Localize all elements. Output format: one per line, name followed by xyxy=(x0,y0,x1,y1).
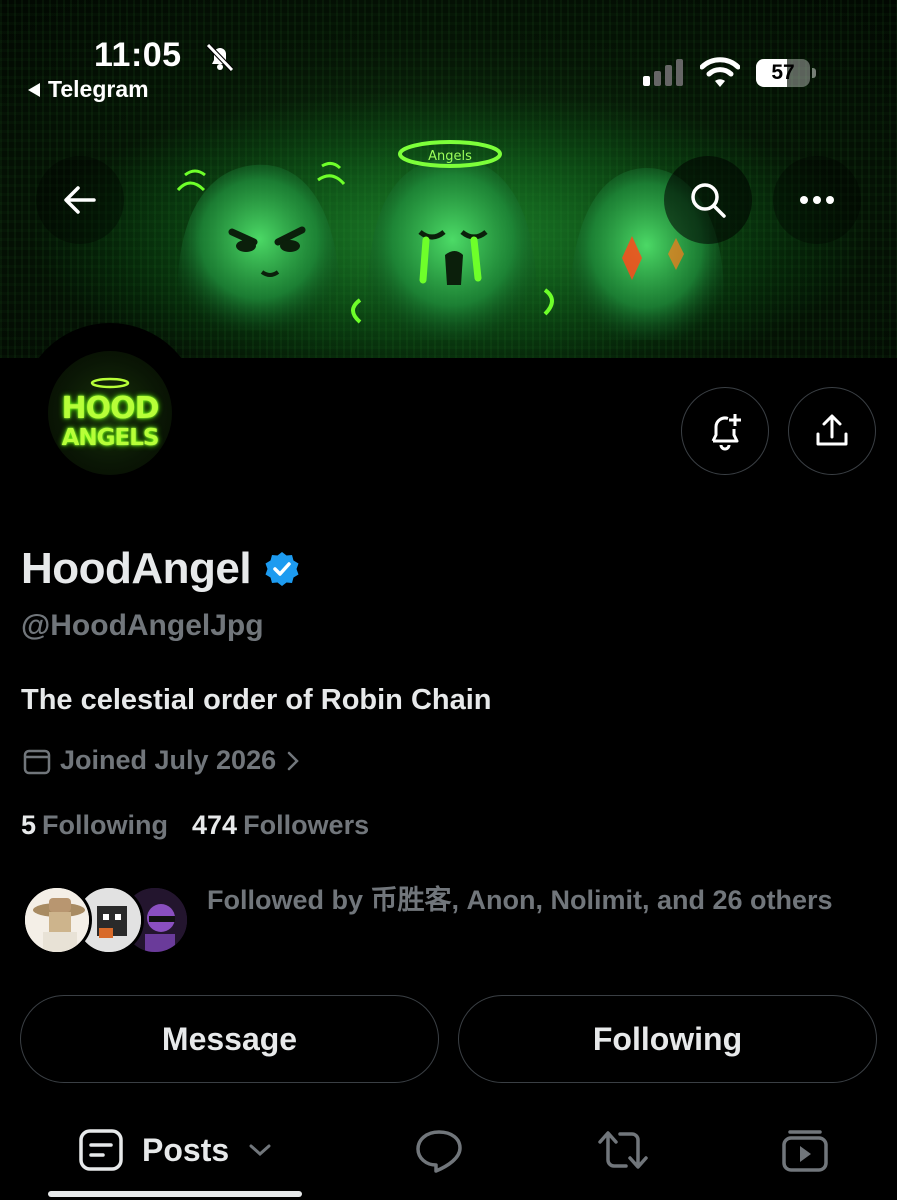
profile-name-row: HoodAngel xyxy=(21,544,301,594)
profile-avatar[interactable]: HOOD ANGELS xyxy=(20,323,200,503)
back-to-telegram[interactable]: Telegram xyxy=(28,76,149,103)
back-arrow-icon xyxy=(64,186,96,214)
avatar-image: HOOD ANGELS xyxy=(48,351,172,475)
posts-icon xyxy=(79,1129,123,1171)
status-time: 11:05 xyxy=(94,36,182,74)
following-button[interactable]: Following xyxy=(458,995,877,1083)
tab-posts[interactable]: Posts xyxy=(78,1128,273,1172)
back-app-label: Telegram xyxy=(48,76,149,102)
mutual-followers-avatars[interactable] xyxy=(22,885,192,959)
tab-reposts[interactable] xyxy=(596,1128,650,1172)
battery-level: 57 xyxy=(771,61,795,84)
joined-date-row[interactable]: Joined July 2026 xyxy=(22,745,302,776)
search-button[interactable] xyxy=(664,156,752,244)
display-name: HoodAngel xyxy=(21,544,252,593)
follow-counts: 5 Following 474 Followers xyxy=(21,810,369,841)
profile-handle: @HoodAngelJpg xyxy=(21,609,264,642)
notification-add-icon xyxy=(711,414,741,451)
following-link[interactable]: 5 Following xyxy=(21,810,168,841)
tab-videos[interactable] xyxy=(780,1128,830,1174)
profile-tab-bar: Posts xyxy=(0,1110,897,1200)
wifi-icon xyxy=(700,57,740,87)
chevron-right-icon xyxy=(287,751,299,770)
avatar-text-hood: HOOD xyxy=(61,391,159,426)
turn-on-notifications-button[interactable] xyxy=(681,387,769,475)
followers-link[interactable]: 474 Followers xyxy=(192,810,369,841)
banner-halo-text: Angels xyxy=(428,149,472,164)
following-label: Following xyxy=(42,810,169,840)
search-icon xyxy=(691,183,726,218)
tab-posts-label: Posts xyxy=(142,1131,230,1168)
battery-indicator: 57 xyxy=(756,59,816,87)
chevron-down-icon xyxy=(249,1144,271,1157)
share-profile-button[interactable] xyxy=(788,387,876,475)
followers-label: Followers xyxy=(243,810,370,840)
replies-icon xyxy=(416,1130,462,1173)
active-tab-indicator xyxy=(48,1191,302,1197)
bell-off-icon xyxy=(206,43,234,72)
calendar-icon xyxy=(23,749,51,774)
avatar-text-angels: ANGELS xyxy=(61,425,160,451)
followed-by-text[interactable]: Followed by 币胜客, Anon, Nolimit, and 26 o… xyxy=(207,878,847,923)
message-button[interactable]: Message xyxy=(20,995,439,1083)
profile-bio: The celestial order of Robin Chain xyxy=(21,684,492,716)
back-button[interactable] xyxy=(36,156,124,244)
joined-date: Joined July 2026 xyxy=(60,745,277,775)
video-icon xyxy=(782,1130,828,1172)
following-count: 5 xyxy=(21,810,37,840)
tab-replies[interactable] xyxy=(414,1128,464,1174)
mutual-avatar-1 xyxy=(22,885,92,955)
followers-count: 474 xyxy=(192,810,238,840)
share-icon xyxy=(816,414,848,446)
signal-icon xyxy=(643,59,683,86)
more-icon xyxy=(800,196,834,204)
repost-icon xyxy=(598,1131,648,1169)
verified-badge-icon[interactable] xyxy=(263,550,301,588)
back-triangle-icon xyxy=(28,82,40,97)
more-options-button[interactable] xyxy=(773,156,861,244)
